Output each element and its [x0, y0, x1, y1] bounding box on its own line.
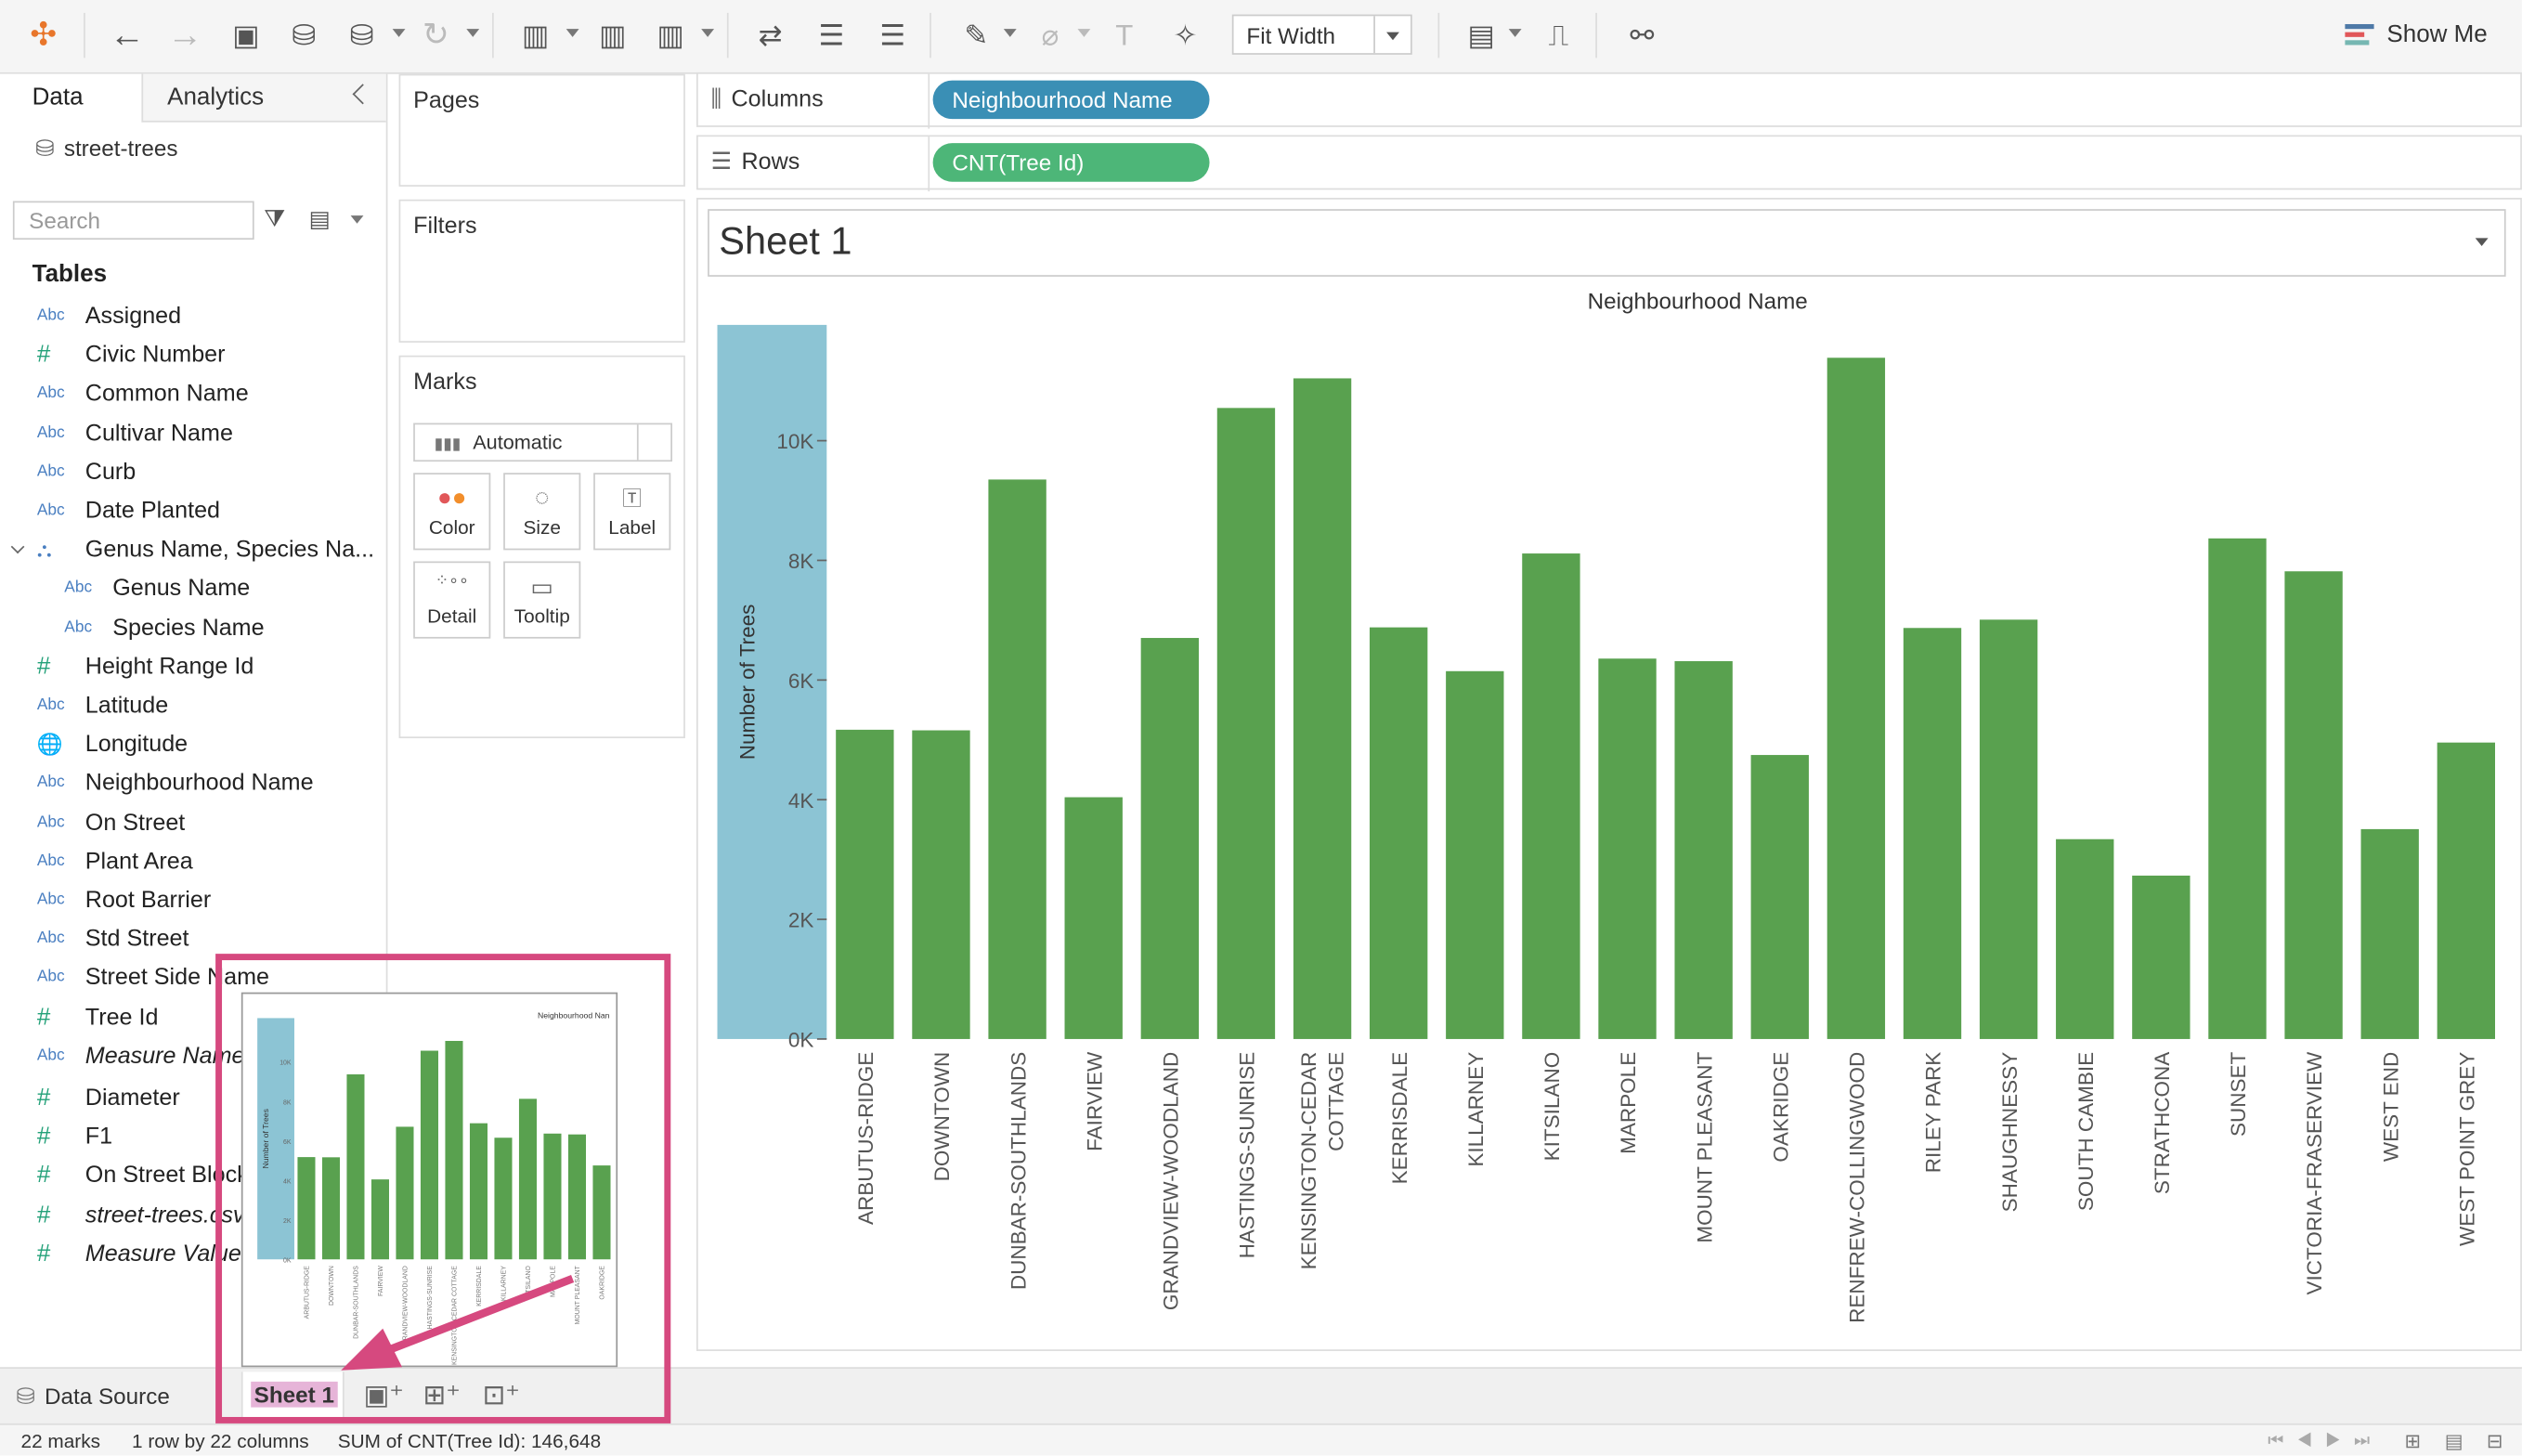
arrow-annotation — [341, 1274, 575, 1371]
